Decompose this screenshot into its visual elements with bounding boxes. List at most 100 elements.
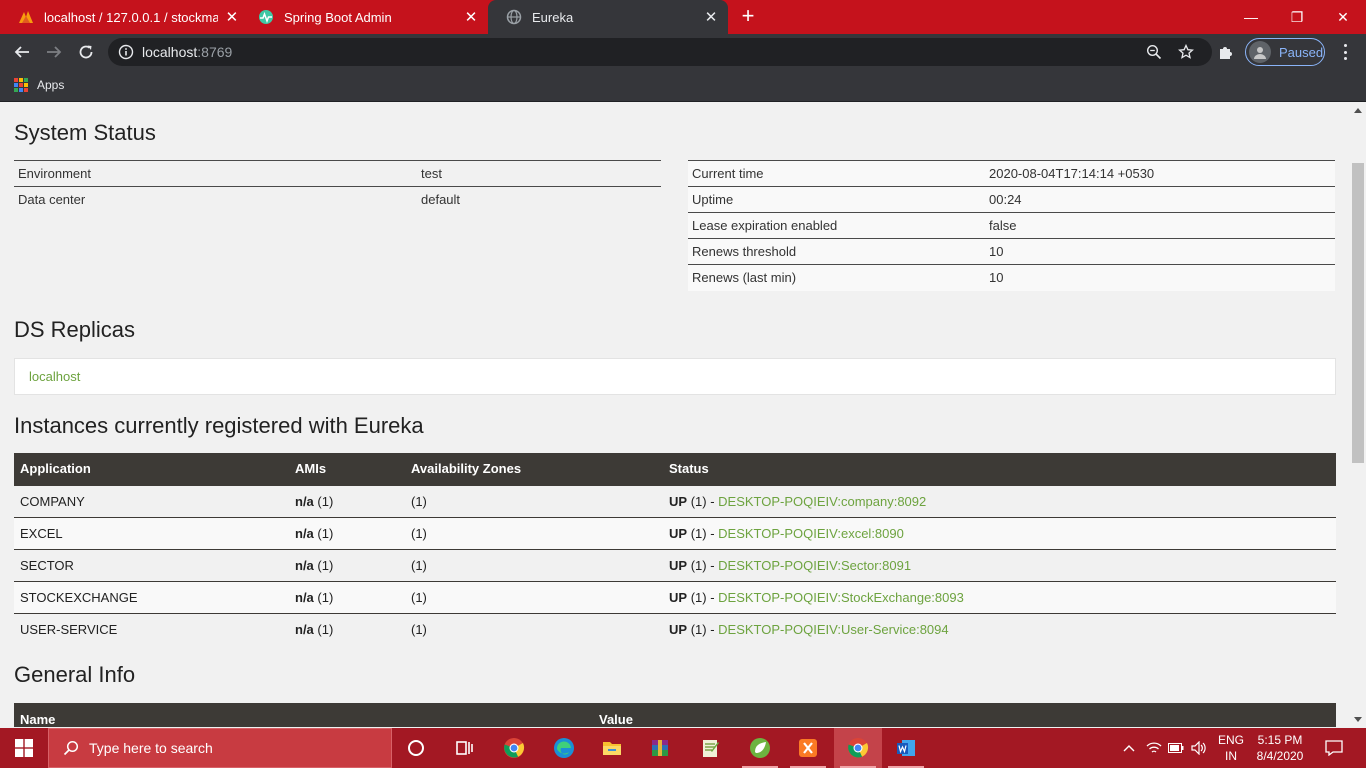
taskbar-search[interactable]: Type here to search [48,728,392,768]
zones-cell: (1) [405,612,663,645]
avatar [1249,41,1271,63]
clock-date: 8/4/2020 [1256,749,1304,763]
taskbar-xampp[interactable] [784,728,832,768]
profile-paused-button[interactable]: Paused [1245,38,1325,66]
notepad-plus-icon [703,740,719,757]
zoom-icon [1146,44,1162,60]
status-key: Uptime [688,186,985,213]
status-value: 00:24 [985,186,1335,213]
reload-button[interactable] [74,40,98,64]
table-row: USER-SERVICE n/a (1) (1) UP (1) - DESKTO… [14,612,1336,645]
amis-cell: n/a (1) [289,484,405,517]
system-status-right-table: Current time 2020-08-04T17:14:14 +0530 U… [688,160,1335,291]
system-status-heading: System Status [14,120,156,145]
table-row: SECTOR n/a (1) (1) UP (1) - DESKTOP-POQI… [14,548,1336,581]
replica-link[interactable]: localhost [29,369,80,384]
taskbar-word[interactable] [882,728,930,768]
input-language-indicator[interactable]: ENG IN [1214,732,1248,764]
table-row: Environment test [14,160,661,187]
instance-link[interactable]: DESKTOP-POQIEIV:company:8092 [718,494,926,509]
taskbar-chrome[interactable] [490,728,538,768]
status-cell: UP (1) - DESKTOP-POQIEIV:StockExchange:8… [663,580,1336,613]
puzzle-piece-icon [1220,47,1232,59]
table-row: COMPANY n/a (1) (1) UP (1) - DESKTOP-POQ… [14,484,1336,517]
instance-link[interactable]: DESKTOP-POQIEIV:Sector:8091 [718,558,911,573]
tab-close-icon[interactable]: ✕ [462,8,480,26]
system-clock[interactable]: 5:15 PM 8/4/2020 [1250,732,1310,764]
status-key: Renews threshold [688,238,985,265]
tab-eureka[interactable]: Eureka ✕ [488,0,728,34]
extensions-button[interactable] [1214,40,1238,64]
wifi-icon[interactable] [1144,728,1164,768]
instance-link[interactable]: DESKTOP-POQIEIV:User-Service:8094 [718,622,948,637]
taskbar-file-explorer[interactable] [588,728,636,768]
scroll-up-icon[interactable] [1354,108,1362,113]
status-cell: UP (1) - DESKTOP-POQIEIV:company:8092 [663,484,1336,517]
table-row: STOCKEXCHANGE n/a (1) (1) UP (1) - DESKT… [14,580,1336,613]
status-value: false [985,212,1335,239]
browser-menu-icon[interactable] [1338,44,1352,60]
taskbar-winrar[interactable] [636,728,684,768]
apps-label: Apps [37,78,65,92]
application-name: EXCEL [14,516,289,549]
globe-icon [506,9,522,25]
tab-title: localhost / 127.0.0.1 / stockmarke [44,9,218,25]
amis-cell: n/a (1) [289,548,405,581]
tab-spring-boot-admin[interactable]: Spring Boot Admin ✕ [240,0,488,34]
back-button[interactable] [10,40,34,64]
battery-icon[interactable] [1166,728,1186,768]
address-bar[interactable]: localhost:8769 [108,38,1212,66]
task-view-button[interactable] [440,728,488,768]
table-row: Data center default [14,186,661,213]
back-arrow-icon [14,46,29,58]
eureka-dashboard: System Status Environment test Data cent… [0,103,1350,727]
close-window-button[interactable]: ✕ [1320,0,1366,34]
instance-link[interactable]: DESKTOP-POQIEIV:excel:8090 [718,526,904,541]
instances-heading: Instances currently registered with Eure… [14,413,424,438]
zones-cell: (1) [405,516,663,549]
table-row: EXCEL n/a (1) (1) UP (1) - DESKTOP-POQIE… [14,516,1336,549]
tab-close-icon[interactable]: ✕ [224,8,240,26]
tab-close-icon[interactable]: ✕ [702,8,720,26]
application-name: SECTOR [14,548,289,581]
instance-link[interactable]: DESKTOP-POQIEIV:StockExchange:8093 [718,590,964,605]
minimize-button[interactable]: — [1228,0,1274,34]
status-cell: UP (1) - DESKTOP-POQIEIV:excel:8090 [663,516,1336,549]
start-button[interactable] [0,728,48,768]
cortana-icon [408,740,424,756]
scroll-down-icon[interactable] [1354,717,1362,722]
tab-phpmyadmin[interactable]: localhost / 127.0.0.1 / stockmarke ✕ [0,0,248,34]
forward-arrow-icon [47,46,62,58]
status-key: Environment [14,160,417,187]
tab-title: Eureka [532,9,574,25]
status-key: Current time [688,160,985,187]
search-icon [63,740,79,756]
application-name: COMPANY [14,484,289,517]
page-scrollbar[interactable] [1350,103,1366,727]
tray-overflow-chevron-icon[interactable] [1118,728,1140,768]
taskbar-notepad-plus[interactable] [686,728,734,768]
status-value: 10 [985,264,1335,291]
ds-replicas-list: localhost [14,358,1336,395]
volume-icon[interactable] [1188,728,1210,768]
taskbar-chrome-active[interactable] [834,728,882,768]
taskbar-edge[interactable] [540,728,588,768]
notification-center-icon[interactable] [1318,728,1350,768]
restore-button[interactable]: ❐ [1274,0,1320,34]
status-key: Renews (last min) [688,264,985,291]
new-tab-button[interactable]: + [737,5,759,27]
table-row: Lease expiration enabled false [688,212,1335,239]
chrome-icon [848,738,869,758]
apps-shortcut[interactable]: Apps [14,78,64,92]
apps-grid-icon [14,78,28,92]
scroll-thumb[interactable] [1352,163,1364,463]
taskbar-spring-tool-suite[interactable] [736,728,784,768]
site-info-icon [118,44,134,60]
chrome-icon [504,738,525,758]
search-placeholder: Type here to search [89,740,213,756]
cortana-button[interactable] [392,728,440,768]
file-explorer-icon [603,742,621,755]
status-value: 10 [985,238,1335,265]
forward-button[interactable] [42,40,66,64]
column-header-zones: Availability Zones [405,453,663,485]
